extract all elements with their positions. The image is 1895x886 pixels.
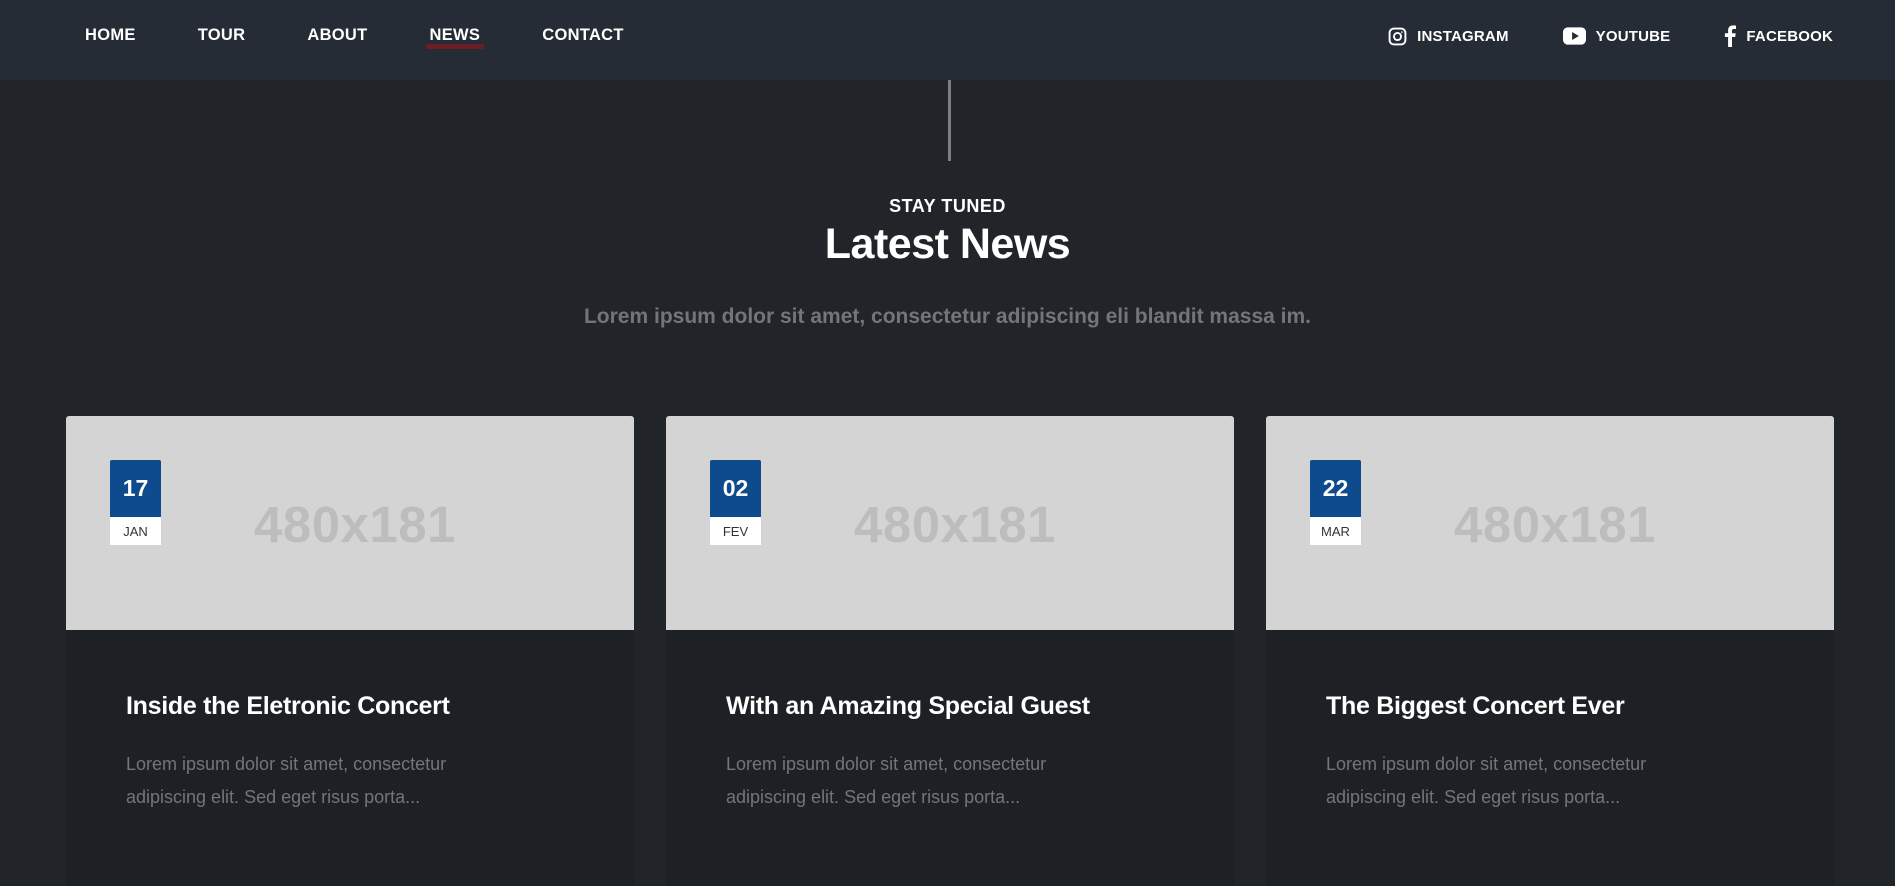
nav-item-about[interactable]: ABOUT [307,26,367,45]
news-card[interactable]: 480x181 02 FEV With an Amazing Special G… [666,416,1234,886]
youtube-icon [1562,27,1596,45]
date-day: 17 [110,460,161,517]
date-badge: 02 FEV [710,460,761,545]
date-month: MAR [1310,517,1361,545]
card-title[interactable]: With an Amazing Special Guest [726,692,1090,721]
social-link-instagram[interactable]: INSTAGRAM [1388,27,1509,46]
nav-item-news[interactable]: NEWS [425,26,484,49]
card-excerpt: Lorem ipsum dolor sit amet, consectetur … [126,754,447,807]
nav-item-tour[interactable]: TOUR [198,26,246,45]
facebook-icon [1724,25,1746,47]
placeholder-text: 480x181 [1453,495,1657,553]
social-label-instagram: INSTAGRAM [1417,27,1509,45]
date-badge: 22 MAR [1310,460,1361,545]
date-month: FEV [710,517,761,545]
date-day: 22 [1310,460,1361,517]
top-navbar: HOME TOUR ABOUT NEWS CONTACT INSTAGRAM Y… [0,0,1895,80]
date-month: JAN [110,517,161,545]
section-subtitle: Lorem ipsum dolor sit amet, consectetur … [583,305,1311,328]
nav-item-contact[interactable]: CONTACT [542,26,624,45]
social-label-facebook: FACEBOOK [1746,27,1833,45]
news-card[interactable]: 480x181 17 JAN Inside the Eletronic Conc… [66,416,634,886]
main-nav: HOME TOUR ABOUT NEWS CONTACT [85,0,686,70]
social-link-youtube[interactable]: YOUTUBE [1562,27,1671,45]
instagram-icon [1388,27,1417,46]
placeholder-text: 480x181 [253,495,457,553]
card-excerpt: Lorem ipsum dolor sit amet, consectetur … [726,754,1047,807]
news-card[interactable]: 480x181 22 MAR The Biggest Concert Ever … [1266,416,1834,886]
card-title[interactable]: Inside the Eletronic Concert [126,692,450,721]
social-link-facebook[interactable]: FACEBOOK [1724,25,1833,47]
social-links: INSTAGRAM YOUTUBE FACEBOOK [1334,0,1833,72]
section-eyebrow: STAY TUNED [889,196,1006,216]
nav-item-home[interactable]: HOME [85,26,136,45]
section-title: Latest News [824,220,1071,268]
date-day: 02 [710,460,761,517]
social-label-youtube: YOUTUBE [1595,27,1671,45]
card-title[interactable]: The Biggest Concert Ever [1326,692,1625,721]
placeholder-text: 480x181 [853,495,1057,553]
vertical-divider [948,80,951,161]
card-excerpt: Lorem ipsum dolor sit amet, consectetur … [1326,754,1647,807]
date-badge: 17 JAN [110,460,161,545]
